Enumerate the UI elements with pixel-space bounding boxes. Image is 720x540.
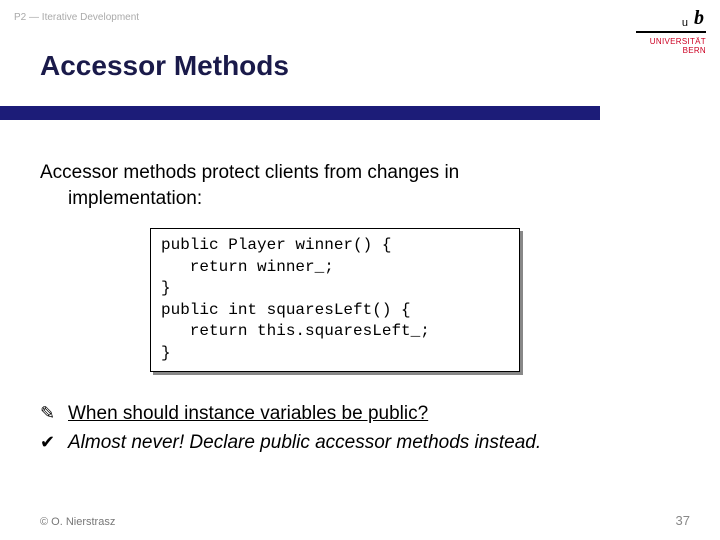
logo-city: BERN [634,46,706,55]
code-l3: } [161,279,171,297]
logo-rule [636,31,706,33]
code-l1: public Player winner() { [161,236,391,254]
code-l4: public int squaresLeft() { [161,301,411,319]
question-row: ✎ When should instance variables be publ… [40,400,680,429]
intro-line2: implementation: [40,186,680,212]
intro-text: Accessor methods protect clients from ch… [40,160,680,211]
slide-title: Accessor Methods [40,50,289,82]
intro-line1: Accessor methods protect clients from ch… [40,162,459,183]
answer-row: ✔ Almost never! Declare public accessor … [40,429,680,458]
code-l6: } [161,344,171,362]
code-l5: return this.squaresLeft_; [161,322,430,340]
copyright: © O. Nierstrasz [40,516,115,528]
page-number: 37 [676,513,690,528]
pencil-icon: ✎ [40,400,68,429]
check-icon: ✔ [40,429,68,458]
logo-u: u [682,17,690,29]
code-l2: return winner_; [161,258,334,276]
course-header: P2 — Iterative Development [14,12,139,23]
question-text: When should instance variables be public… [68,400,428,429]
university-logo: u b UNIVERSITÄT BERN [634,8,706,55]
logo-university: UNIVERSITÄT [634,37,706,46]
answer-text: Almost never! Declare public accessor me… [68,429,541,458]
code-box: public Player winner() { return winner_;… [150,228,520,372]
title-underline-bar [0,106,600,120]
logo-b: b [694,7,706,29]
question-answer: ✎ When should instance variables be publ… [40,400,680,457]
